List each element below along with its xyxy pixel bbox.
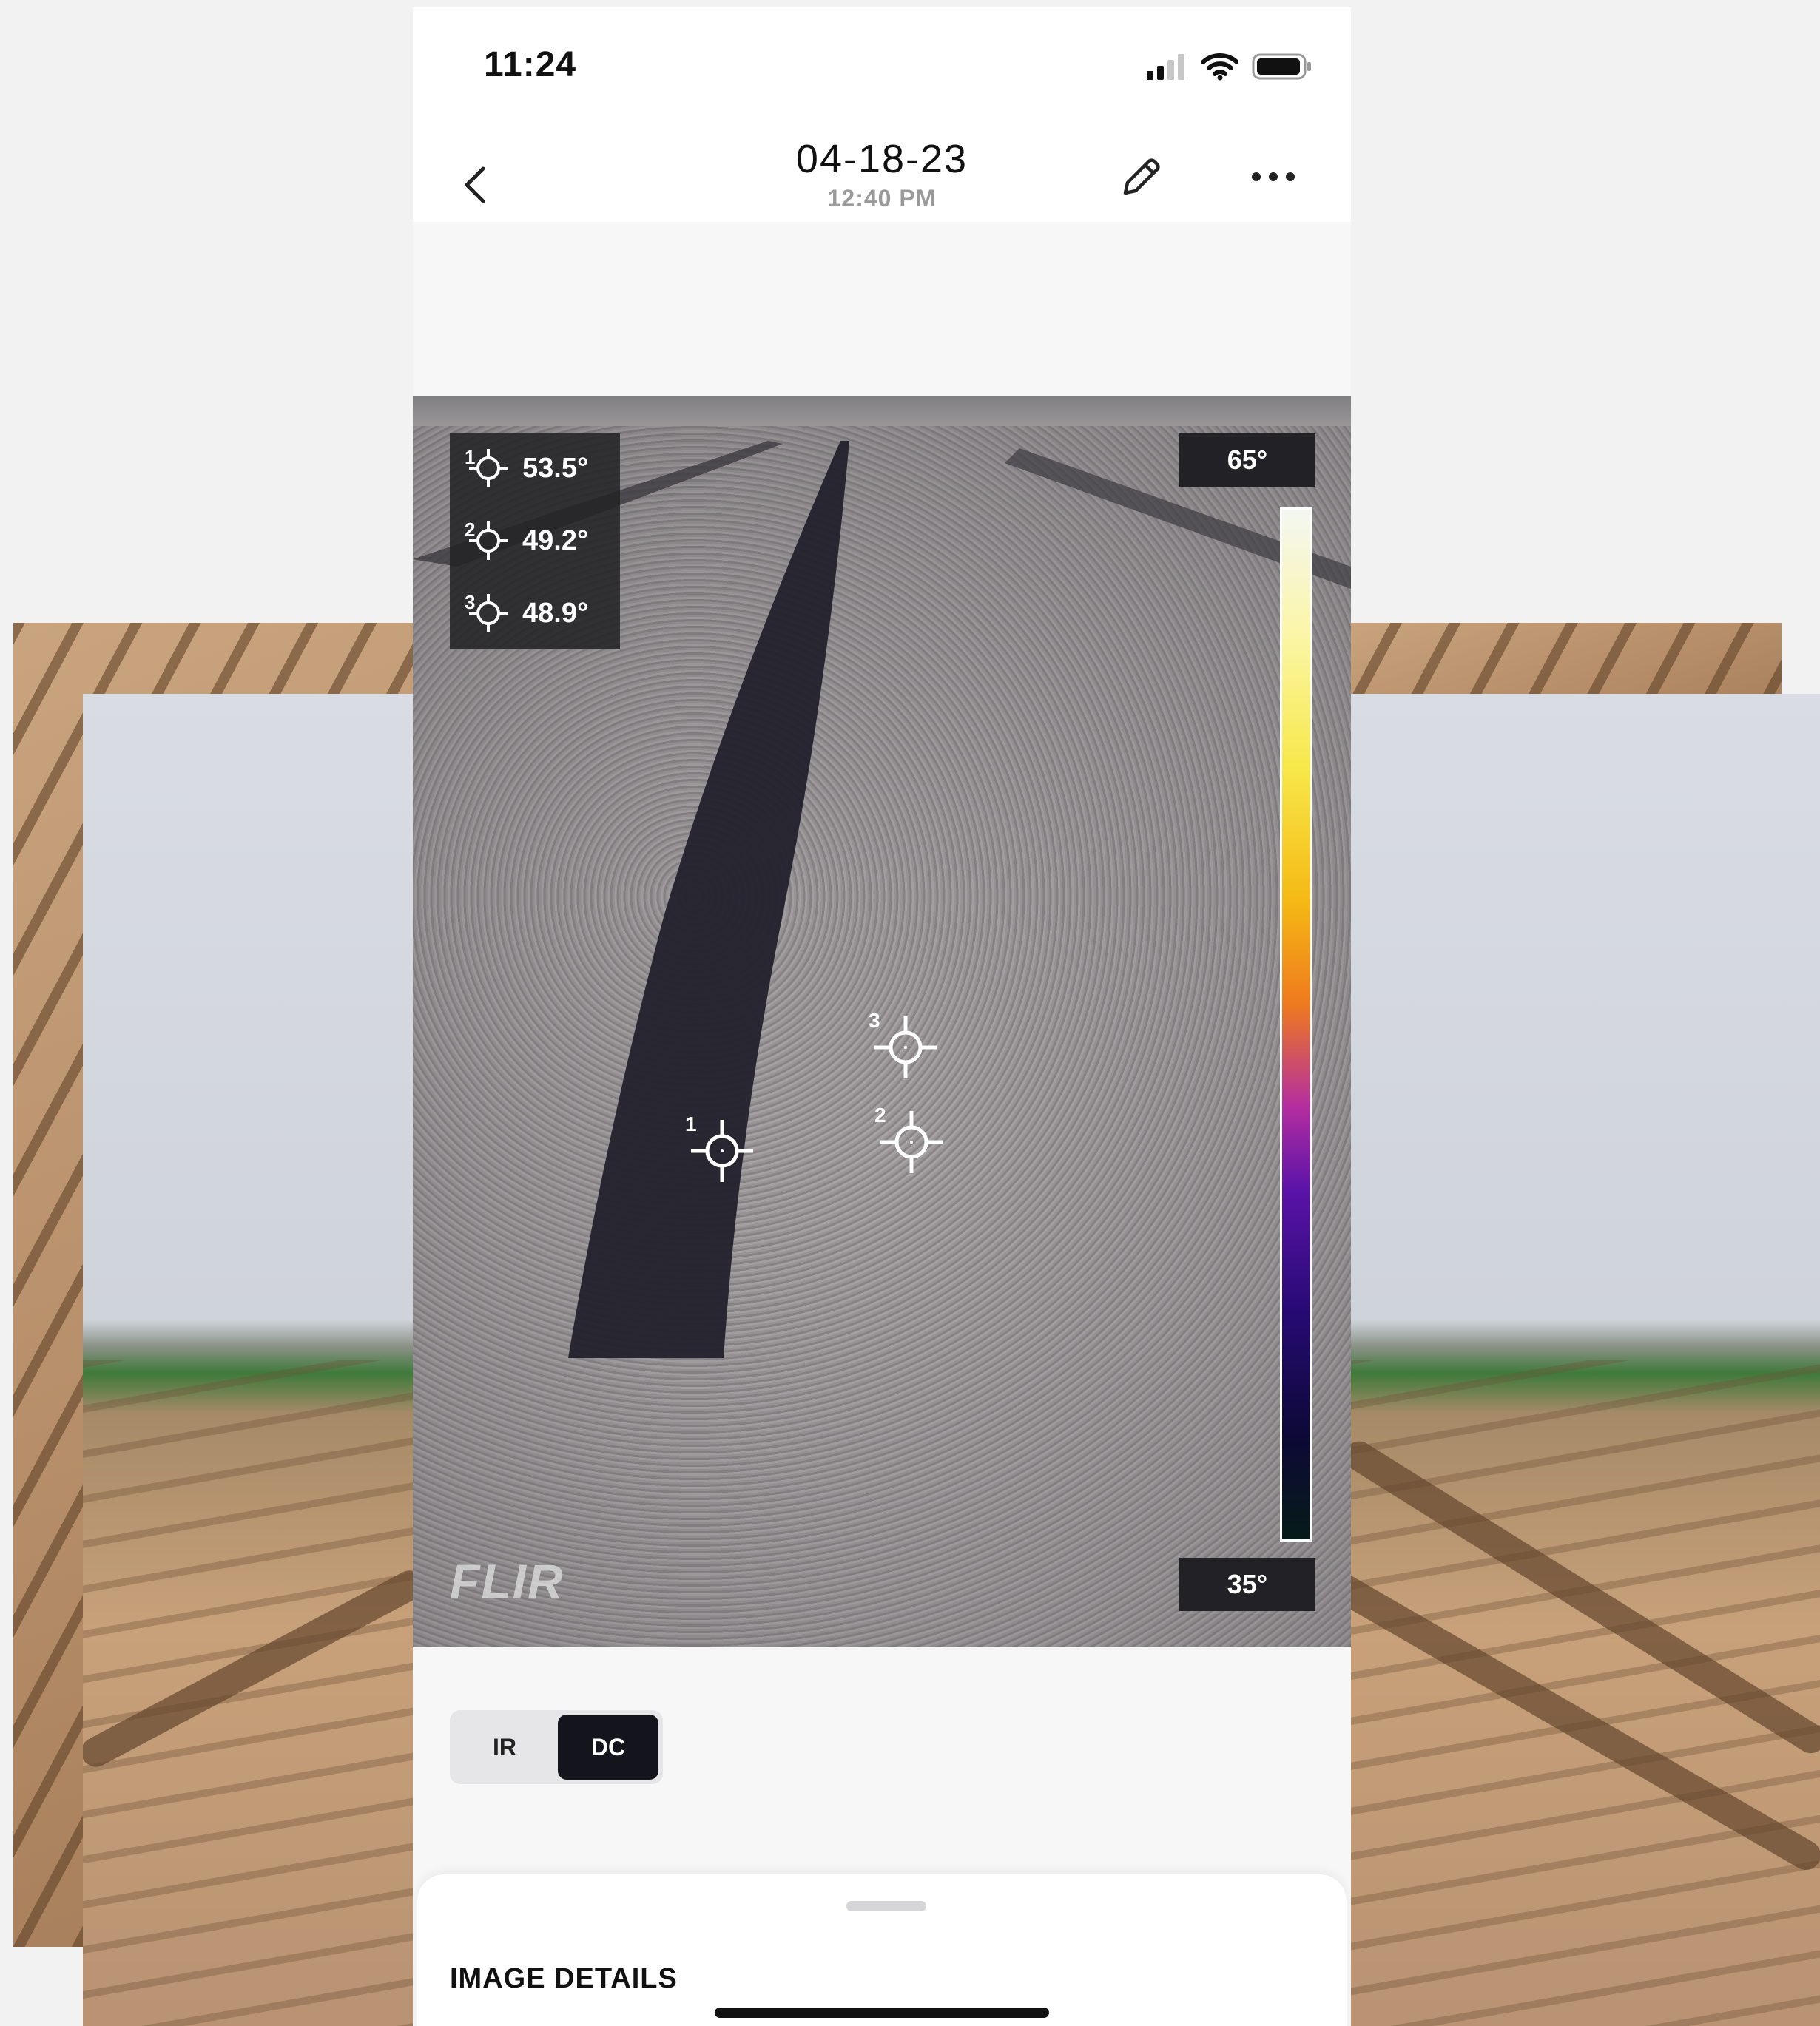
thermal-image[interactable]: 1 53.5° 2 49.2° 3 48.9° 65° 35° 1 2 3 FL… [413,396,1351,1647]
spot-marker-1[interactable]: 1 [685,1112,758,1186]
mode-ir-button[interactable]: IR [454,1715,555,1780]
pencil-icon [1123,158,1160,195]
home-indicator[interactable] [715,2008,1049,2018]
measurement-row-1[interactable]: 1 53.5° [465,442,589,494]
spot-marker-1-index: 1 [685,1112,697,1135]
measurement-1-index: 1 [465,446,476,468]
phone-screen: 11:24 04-18-23 12:40 PM 1 53.5° 2 49.2° … [413,7,1351,2026]
page-subtitle: 12:40 PM [827,185,937,212]
spot-marker-3-index: 3 [869,1009,880,1032]
measurement-3-value: 48.9° [522,597,589,629]
mode-dc-button[interactable]: DC [558,1715,658,1780]
measurement-list: 1 53.5° 2 49.2° 3 48.9° [450,433,620,649]
spot-marker-3[interactable]: 3 [869,1009,941,1083]
color-scale-bar [1280,507,1312,1542]
measurement-3-index: 3 [465,591,476,613]
image-details-title: IMAGE DETAILS [450,1963,678,1994]
crosshair-icon [880,1111,943,1173]
page-title: 04-18-23 [795,137,968,181]
spot-marker-2[interactable]: 2 [874,1104,947,1178]
scale-max-label: 65° [1179,433,1315,487]
background-photo-right-front [1332,694,1820,2026]
scale-min-label: 35° [1179,1558,1315,1611]
measurement-2-value: 49.2° [522,524,589,556]
measurement-1-value: 53.5° [522,452,589,484]
sheet-drag-handle[interactable] [846,1901,926,1911]
flir-watermark: FLIR [450,1554,564,1609]
measurement-2-index: 2 [465,519,476,541]
nav-bar: 04-18-23 12:40 PM [413,126,1351,222]
status-time: 11:24 [484,45,577,84]
image-details-sheet[interactable]: IMAGE DETAILS [417,1874,1347,2026]
spot-marker-2-index: 2 [874,1104,886,1127]
measurement-row-2[interactable]: 2 49.2° [465,515,589,567]
battery-icon [1252,53,1311,80]
signal-icon [1147,54,1184,80]
wifi-icon [1201,53,1238,81]
background-photo-left-front [83,694,438,2026]
crosshair-icon [691,1120,753,1182]
measurement-row-3[interactable]: 3 48.9° [465,587,589,639]
crosshair-icon [874,1016,937,1078]
edit-button[interactable] [1108,143,1175,210]
status-bar: 11:24 [413,7,1351,126]
mode-toggle: IR DC [450,1710,663,1784]
more-options-button[interactable] [1240,143,1307,210]
status-icons [1147,52,1312,81]
more-icon [1252,172,1295,181]
